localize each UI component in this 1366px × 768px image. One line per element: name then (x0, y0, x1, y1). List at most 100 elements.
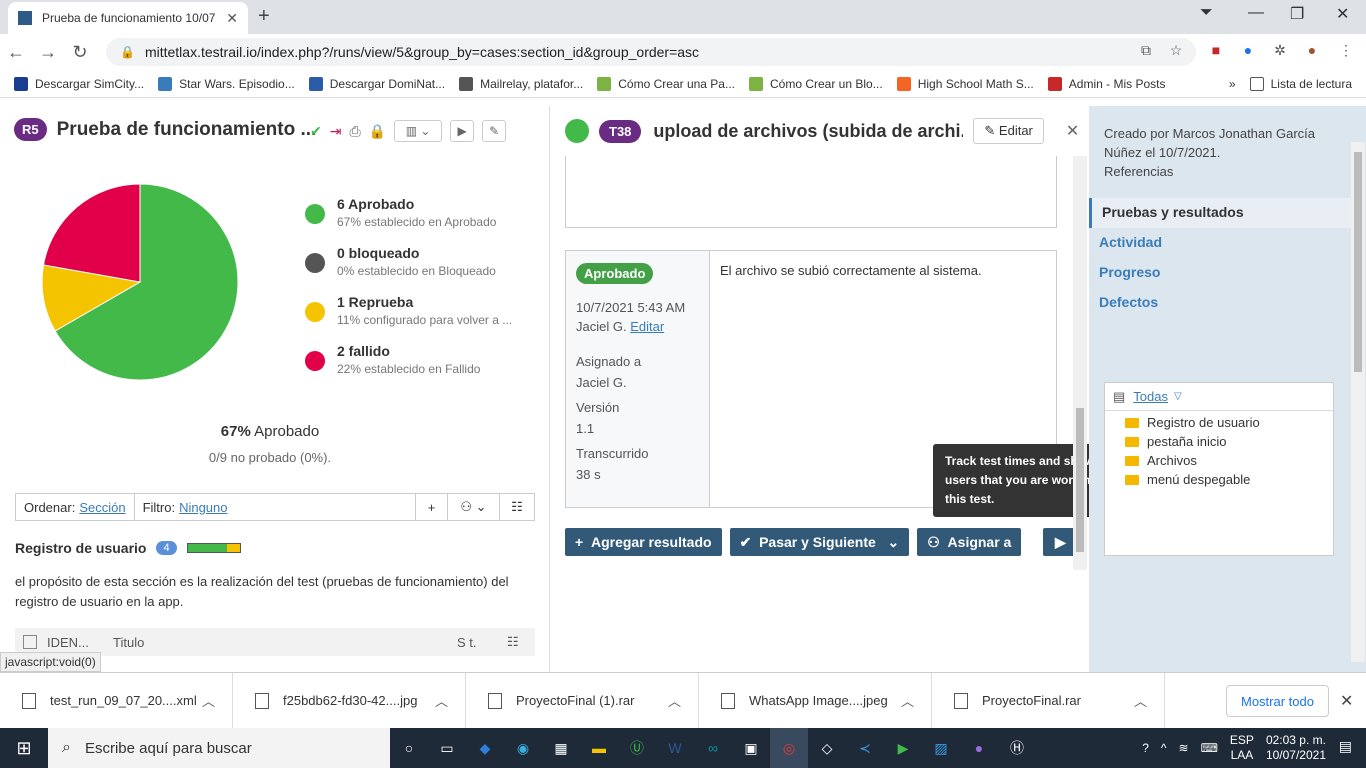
translate-icon[interactable]: ⧉ (1136, 42, 1156, 62)
profile-dropdown-icon[interactable]: ⏷ (1200, 4, 1213, 22)
download-item[interactable]: f25bdb62-fd30-42....jpg ︿ (233, 672, 466, 729)
browser-tab[interactable]: Prueba de funcionamiento 10/07 ✕ (8, 2, 248, 34)
bookmark-item[interactable]: Admin - Mis Posts (1047, 76, 1165, 91)
edge-icon[interactable]: ◉ (504, 728, 542, 768)
cortana-icon[interactable]: ○ (390, 728, 428, 768)
photos-icon[interactable]: ▨ (922, 728, 960, 768)
filter-link[interactable]: Ninguno (179, 500, 227, 515)
show-all-button[interactable]: Mostrar todo (1226, 685, 1329, 717)
sidebar-nav-item[interactable]: Actividad (1089, 228, 1353, 258)
terminal-icon[interactable]: ▣ (732, 728, 770, 768)
chevron-up-icon[interactable]: ^ (1161, 741, 1167, 755)
window-close-icon[interactable]: ✕ (1336, 4, 1349, 24)
avatar[interactable]: ● (1302, 42, 1322, 62)
sidebar-nav-item[interactable]: Pruebas y resultados (1089, 198, 1353, 228)
check-icon[interactable]: ✔ (310, 123, 322, 140)
minimize-icon[interactable]: — (1248, 4, 1264, 22)
bookmark-item[interactable]: High School Math S... (896, 76, 1034, 91)
tree-item[interactable]: menú despegable (1105, 470, 1333, 489)
keyboard-icon[interactable]: ⌨ (1201, 741, 1218, 755)
git-icon[interactable]: ▶ (884, 728, 922, 768)
chevron-up-icon[interactable]: ︿ (901, 691, 931, 710)
app-icon[interactable]: ◇ (808, 728, 846, 768)
bookmark-item[interactable]: Cómo Crear una Pa... (597, 76, 735, 91)
add-icon[interactable]: + (416, 494, 448, 520)
bookmark-item[interactable]: Cómo Crear un Blo... (748, 76, 883, 91)
github-icon[interactable]: ● (960, 728, 998, 768)
word-icon[interactable]: W (656, 728, 694, 768)
chevron-up-icon[interactable]: ︿ (668, 691, 698, 710)
tree-item[interactable]: Registro de usuario (1105, 413, 1333, 432)
columns-icon[interactable]: ☷ (500, 494, 534, 520)
taskbar-search[interactable]: ⌕ Escribe aquí para buscar (48, 728, 390, 768)
chrome-icon[interactable]: ◎ (770, 728, 808, 768)
download-item[interactable]: ProyectoFinal.rar ︿ (932, 672, 1165, 729)
result-edit-link[interactable]: Editar (630, 319, 664, 334)
bookmark-item[interactable]: Descargar DomiNat... (308, 76, 445, 91)
bookmark-item[interactable]: Mailrelay, platafor... (459, 76, 583, 91)
arduino-icon[interactable]: ∞ (694, 728, 732, 768)
test-pane-scrollbar[interactable] (1073, 156, 1087, 570)
extension-icon[interactable]: ■ (1206, 42, 1226, 62)
test-description-area[interactable] (565, 156, 1057, 228)
close-icon[interactable]: ✕ (1066, 121, 1079, 141)
tree-item[interactable]: pestaña inicio (1105, 432, 1333, 451)
vscode-icon[interactable]: ≺ (846, 728, 884, 768)
hubspot-icon[interactable]: Ⓗ (998, 728, 1036, 768)
bookmark-item[interactable]: Star Wars. Episodio... (158, 76, 295, 91)
notification-icon[interactable]: ▤ (1339, 738, 1352, 755)
puzzle-icon[interactable]: ✲ (1270, 42, 1290, 62)
dropbox-icon[interactable]: ◆ (466, 728, 504, 768)
more-bookmarks-icon[interactable]: » (1229, 77, 1236, 91)
assign-dropdown-icon[interactable]: ⚇ ⌄ (448, 494, 500, 520)
chevron-up-icon[interactable]: ︿ (1134, 691, 1164, 710)
reading-list-button[interactable]: Lista de lectura (1249, 76, 1352, 91)
sidebar-scrollbar[interactable] (1351, 142, 1365, 662)
pass-next-button[interactable]: ✔ Pasar y Siguiente ⌄ (729, 528, 910, 556)
sort-link[interactable]: Sección (79, 500, 125, 515)
add-result-button[interactable]: + Agregar resultado (565, 528, 722, 556)
store-icon[interactable]: ▦ (542, 728, 580, 768)
clock[interactable]: 02:03 p. m. 10/07/2021 (1266, 733, 1326, 763)
url-bar[interactable]: 🔒 mittetlax.testrail.io/index.php?/runs/… (106, 38, 1196, 66)
explorer-icon[interactable]: ▬ (580, 728, 618, 768)
chevron-up-icon[interactable]: ︿ (435, 691, 465, 710)
select-all-checkbox[interactable] (23, 635, 37, 649)
restore-icon[interactable]: ❐ (1290, 4, 1304, 24)
print-icon[interactable]: ⎙ (349, 123, 360, 140)
chart-dropdown-button[interactable]: ▥ ⌄ (394, 120, 443, 142)
hp-icon[interactable]: ● (1238, 42, 1258, 62)
edit-icon[interactable]: ✎ (482, 120, 507, 142)
wifi-icon[interactable]: ≋ (1179, 741, 1189, 755)
export-icon[interactable]: ⇥ (330, 123, 342, 140)
download-item[interactable]: test_run_09_07_20....xml ︿ (0, 672, 233, 729)
sidebar-nav-item[interactable]: Progreso (1089, 258, 1353, 288)
download-item[interactable]: WhatsApp Image....jpeg ︿ (699, 672, 932, 729)
bookmark-item[interactable]: Descargar SimCity... (14, 76, 144, 91)
forward-icon[interactable]: → (32, 42, 64, 63)
bookmark-star-icon[interactable]: ☆ (1166, 42, 1186, 62)
play-icon[interactable]: ▶ (450, 120, 475, 142)
downloads-close-icon[interactable]: ✕ (1340, 691, 1353, 711)
reload-icon[interactable]: ↻ (64, 42, 96, 63)
menu-icon[interactable]: ⋮ (1336, 42, 1356, 62)
download-item[interactable]: ProyectoFinal (1).rar ︿ (466, 672, 699, 729)
edit-button[interactable]: ✎ Editar (973, 118, 1044, 144)
chevron-up-icon[interactable]: ︿ (202, 691, 232, 710)
assign-button[interactable]: ⚇ Asignar a (917, 528, 1022, 556)
result-user: Jaciel G. (576, 319, 627, 334)
lock-icon[interactable]: 🔒 (369, 123, 386, 140)
task-view-icon[interactable]: ▭ (428, 728, 466, 768)
new-tab-icon[interactable]: + (258, 5, 270, 28)
tree-item[interactable]: Archivos (1105, 451, 1333, 470)
tree-filter[interactable]: ▤ Todas ▽ (1105, 383, 1333, 411)
tab-close-icon[interactable]: ✕ (226, 10, 238, 27)
language-indicator[interactable]: ESP LAA (1230, 733, 1254, 763)
back-icon[interactable]: ← (0, 42, 32, 63)
columns-icon[interactable]: ☷ (507, 634, 519, 650)
upwork-icon[interactable]: Ⓤ (618, 728, 656, 768)
help-icon[interactable]: ? (1142, 741, 1149, 755)
windows-start-icon[interactable]: ⊞ (0, 728, 48, 768)
pie-slice-fallido[interactable] (42, 183, 141, 283)
sidebar-nav-item[interactable]: Defectos (1089, 288, 1353, 318)
